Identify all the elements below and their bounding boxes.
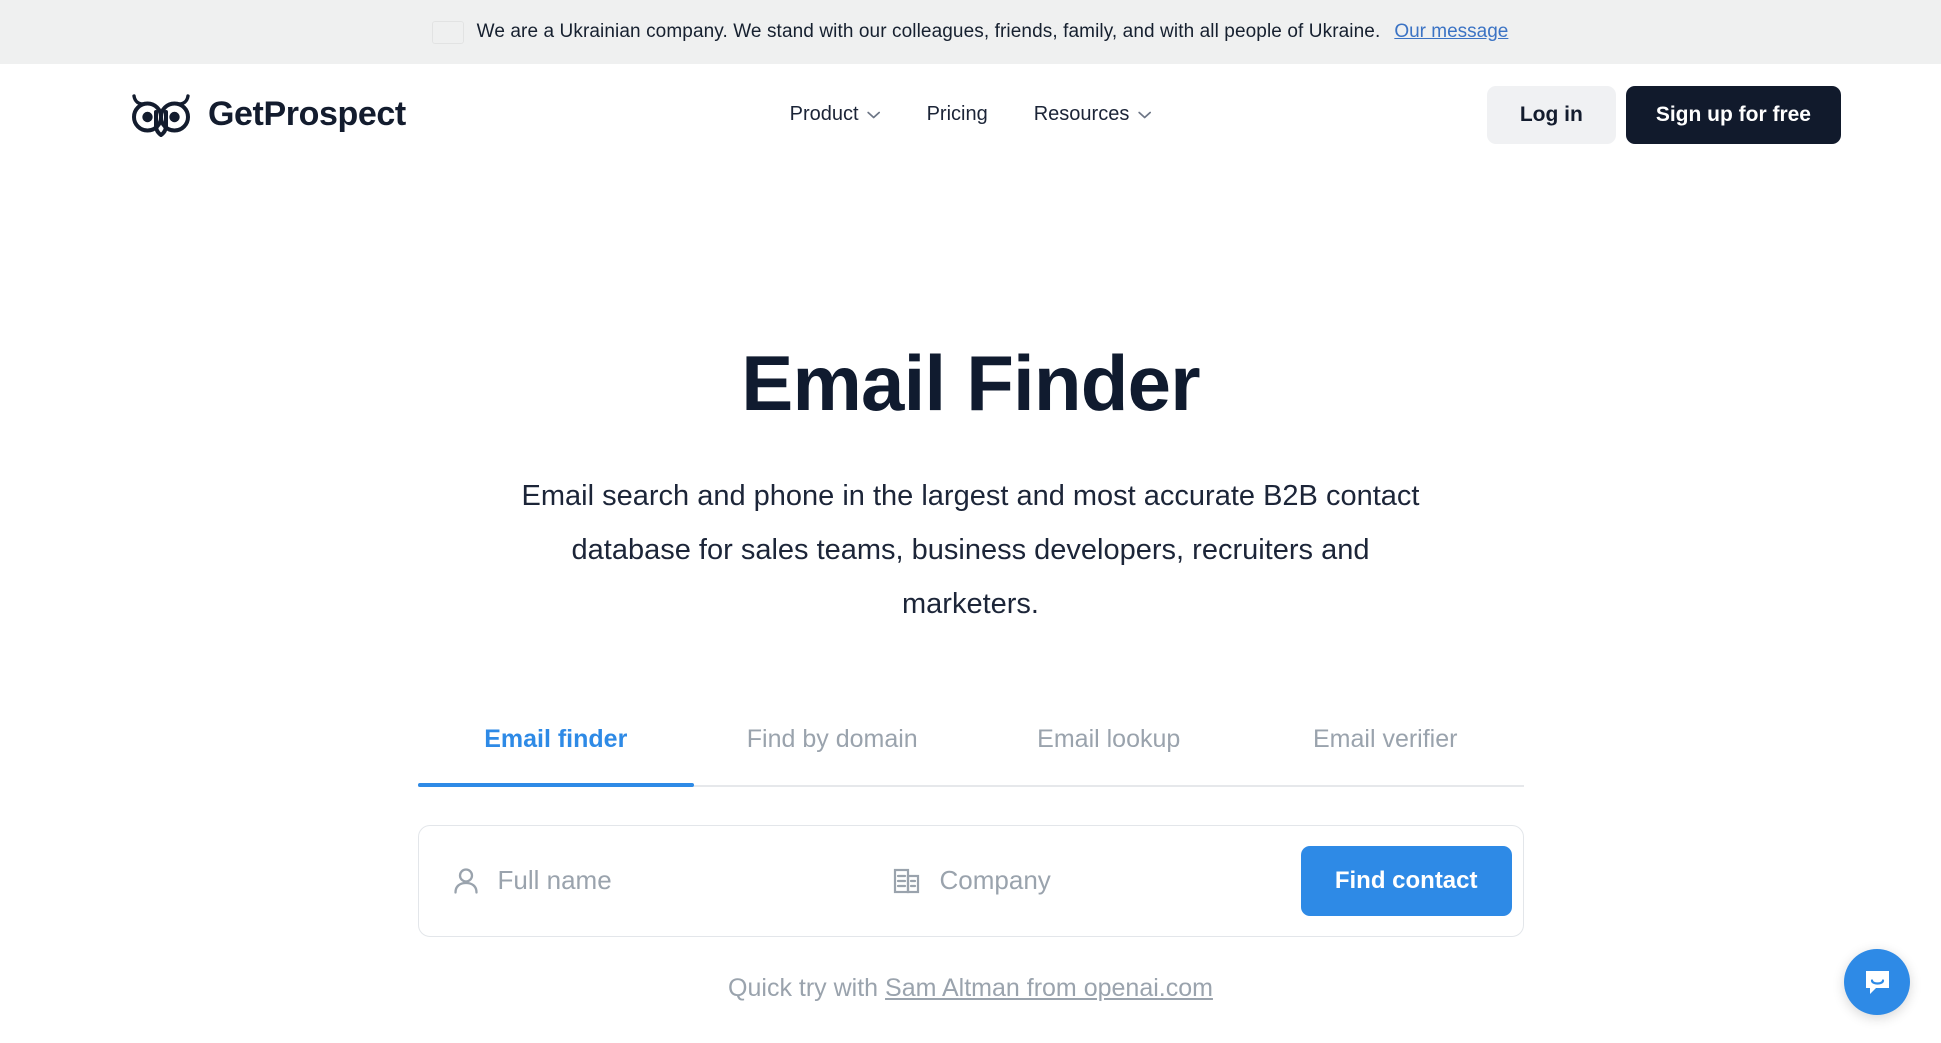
page-subtitle: Email search and phone in the largest an… xyxy=(521,479,1420,620)
chat-launcher-button[interactable] xyxy=(1844,949,1910,1015)
search-tabs: Email finder Find by domain Email lookup… xyxy=(417,725,1524,787)
logo-wordmark: GetProspect xyxy=(208,95,406,133)
quick-try-prefix: Quick try with xyxy=(728,973,886,1002)
company-input[interactable] xyxy=(939,825,1301,936)
main-nav: Product Pricing Resources xyxy=(790,103,1152,126)
main-content: Email Finder Email search and phone in t… xyxy=(0,165,1941,1003)
chevron-down-icon xyxy=(1138,111,1152,118)
ukraine-banner: We are a Ukrainian company. We stand wit… xyxy=(0,0,1941,64)
page-title: Email Finder xyxy=(741,339,1200,427)
logo[interactable]: GetProspect xyxy=(130,93,406,137)
nav-item-product[interactable]: Product xyxy=(790,103,881,126)
nav-item-label: Product xyxy=(789,103,859,125)
search-tabs-section: Email finder Find by domain Email lookup… xyxy=(417,725,1524,1003)
company-field xyxy=(859,825,1301,936)
tab-email-finder[interactable]: Email finder xyxy=(417,725,695,787)
email-finder-form: Find contact xyxy=(417,824,1524,937)
auth-actions: Log in Sign up for free xyxy=(1486,85,1841,144)
hero-section: Email Finder Email search and phone in t… xyxy=(0,165,1941,631)
quick-try-row: Quick try with Sam Altman from openai.co… xyxy=(418,974,1524,1003)
ukraine-flag-icon xyxy=(433,22,463,43)
nav-item-pricing[interactable]: Pricing xyxy=(927,103,988,126)
full-name-field xyxy=(419,825,859,936)
chat-bubble-icon xyxy=(1865,970,1889,994)
site-header: GetProspect Product Pricing Resources Lo… xyxy=(0,64,1941,165)
nav-item-resources[interactable]: Resources xyxy=(1034,103,1152,126)
login-button[interactable]: Log in xyxy=(1486,85,1616,144)
tab-find-by-domain[interactable]: Find by domain xyxy=(694,725,971,785)
signup-button[interactable]: Sign up for free xyxy=(1625,85,1841,144)
full-name-input[interactable] xyxy=(497,825,859,936)
owl-logo-icon xyxy=(130,93,192,137)
tab-email-lookup[interactable]: Email lookup xyxy=(971,725,1248,785)
find-contact-button[interactable]: Find contact xyxy=(1300,845,1512,916)
chevron-down-icon xyxy=(867,111,881,118)
quick-try-link[interactable]: Sam Altman from openai.com xyxy=(885,974,1213,1002)
our-message-link[interactable]: Our message xyxy=(1394,21,1508,43)
banner-message: We are a Ukrainian company. We stand wit… xyxy=(476,21,1381,42)
nav-item-label: Pricing xyxy=(926,103,988,125)
building-icon xyxy=(893,868,919,893)
nav-item-label: Resources xyxy=(1033,103,1130,125)
person-icon xyxy=(453,868,478,894)
tab-email-verifier[interactable]: Email verifier xyxy=(1247,725,1524,785)
